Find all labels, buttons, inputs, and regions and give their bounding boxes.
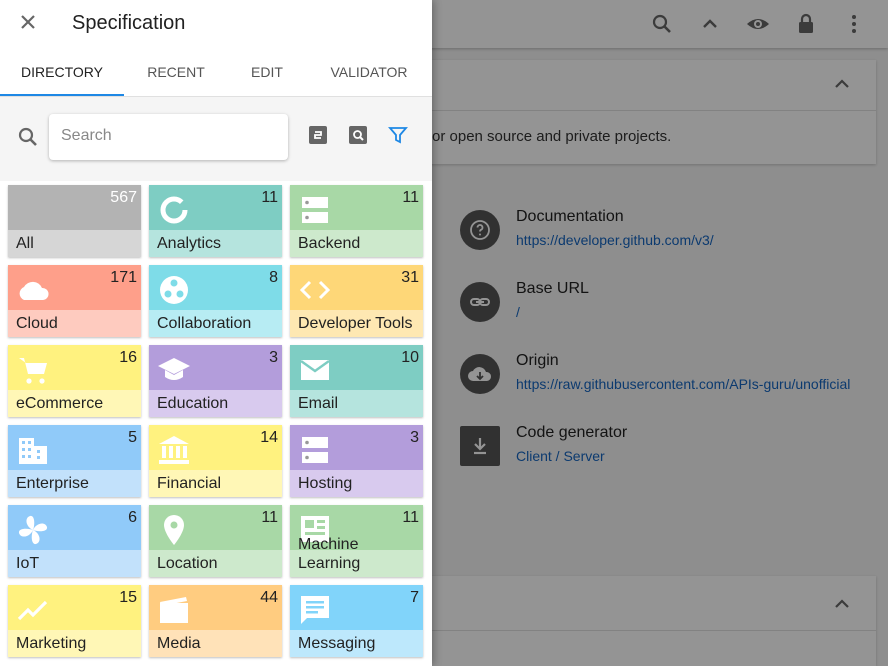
movie-icon — [157, 593, 191, 627]
tile-count: 171 — [110, 269, 137, 286]
category-tile[interactable]: 11 Location — [149, 505, 282, 577]
pin-icon — [157, 513, 191, 547]
tile-count: 8 — [269, 269, 278, 286]
cloud-icon — [16, 273, 50, 307]
find-in-page-icon — [348, 125, 368, 150]
filter-button[interactable] — [384, 123, 412, 151]
tile-count: 3 — [410, 429, 419, 446]
tile-count: 10 — [401, 349, 419, 366]
tile-count: 7 — [410, 589, 419, 606]
donut-icon — [157, 193, 191, 227]
category-tile[interactable]: 15 Marketing — [8, 585, 141, 657]
category-tile[interactable]: 11 Machine Learning — [290, 505, 423, 577]
server-icon — [298, 433, 332, 467]
find-in-page-button[interactable] — [344, 123, 372, 151]
category-tile[interactable]: 171 Cloud — [8, 265, 141, 337]
tile-label: Developer Tools — [298, 315, 413, 332]
tile-label: Location — [157, 555, 218, 572]
specification-drawer: Specification DIRECTORY RECENT EDIT VALI… — [0, 0, 432, 666]
building-icon — [16, 433, 50, 467]
tile-label: Email — [298, 395, 339, 412]
category-tile[interactable]: 567 All — [8, 185, 141, 257]
tile-label: Machine Learning — [298, 536, 361, 572]
tile-label: Marketing — [16, 635, 87, 652]
sort-icon — [308, 125, 328, 150]
fan-icon — [16, 513, 50, 547]
tile-label: All — [16, 235, 34, 252]
tile-count: 5 — [128, 429, 137, 446]
collaboration-icon — [157, 273, 191, 307]
tile-label: Enterprise — [16, 475, 89, 492]
tab-bar: DIRECTORY RECENT EDIT VALIDATOR — [0, 48, 432, 97]
tile-count: 11 — [261, 189, 278, 206]
category-tile[interactable]: 3 Education — [149, 345, 282, 417]
filter-icon — [388, 125, 408, 150]
drawer-title: Specification — [72, 12, 186, 34]
sort-button[interactable] — [304, 123, 332, 151]
tile-count: 44 — [260, 589, 278, 606]
tile-count: 3 — [269, 349, 278, 366]
tile-label: Hosting — [298, 475, 353, 492]
category-tile[interactable]: 11 Analytics — [149, 185, 282, 257]
search-toolbar — [0, 97, 432, 181]
tile-label: Messaging — [298, 635, 376, 652]
category-tile[interactable]: 44 Media — [149, 585, 282, 657]
tile-count: 567 — [110, 189, 137, 206]
category-tile[interactable]: 16 eCommerce — [8, 345, 141, 417]
tab-directory[interactable]: DIRECTORY — [0, 48, 124, 96]
tile-count: 16 — [119, 349, 137, 366]
bank-icon — [157, 433, 191, 467]
tile-count: 14 — [260, 429, 278, 446]
category-tile[interactable]: 11 Backend — [290, 185, 423, 257]
search-icon — [16, 125, 40, 154]
search-input[interactable] — [49, 114, 283, 158]
tab-edit[interactable]: EDIT — [228, 48, 306, 96]
school-icon — [157, 353, 191, 387]
email-icon — [298, 353, 332, 387]
drawer-header: Specification — [0, 0, 432, 48]
tile-label: Education — [157, 395, 229, 412]
tile-count: 11 — [402, 189, 419, 206]
tab-validator[interactable]: VALIDATOR — [306, 48, 432, 96]
tile-count: 11 — [402, 509, 419, 526]
tile-label: Media — [157, 635, 201, 652]
category-tile[interactable]: 10 Email — [290, 345, 423, 417]
tile-label: Collaboration — [157, 315, 252, 332]
category-tile[interactable]: 5 Enterprise — [8, 425, 141, 497]
trending-icon — [16, 593, 50, 627]
tile-label: Backend — [298, 235, 361, 252]
code-icon — [298, 273, 332, 307]
tile-count: 15 — [119, 589, 137, 606]
tile-count: 6 — [128, 509, 137, 526]
tile-label: Analytics — [157, 235, 222, 252]
tile-label: eCommerce — [16, 395, 104, 412]
tile-label: IoT — [16, 555, 40, 572]
tab-recent[interactable]: RECENT — [124, 48, 228, 96]
category-tile[interactable]: 6 IoT — [8, 505, 141, 577]
tile-count: 11 — [261, 509, 278, 526]
cart-icon — [16, 353, 50, 387]
tile-label: Cloud — [16, 315, 58, 332]
close-button[interactable] — [12, 8, 44, 40]
message-icon — [298, 593, 332, 627]
category-tile[interactable]: 7 Messaging — [290, 585, 423, 657]
category-tile[interactable]: 3 Hosting — [290, 425, 423, 497]
server-icon — [298, 193, 332, 227]
category-tile[interactable]: 14 Financial — [149, 425, 282, 497]
tile-label: Financial — [157, 475, 222, 492]
close-icon — [18, 12, 38, 37]
search-field[interactable] — [49, 114, 288, 160]
category-tile[interactable]: 31 Developer Tools — [290, 265, 423, 337]
category-tile[interactable]: 8 Collaboration — [149, 265, 282, 337]
tile-count: 31 — [401, 269, 419, 286]
